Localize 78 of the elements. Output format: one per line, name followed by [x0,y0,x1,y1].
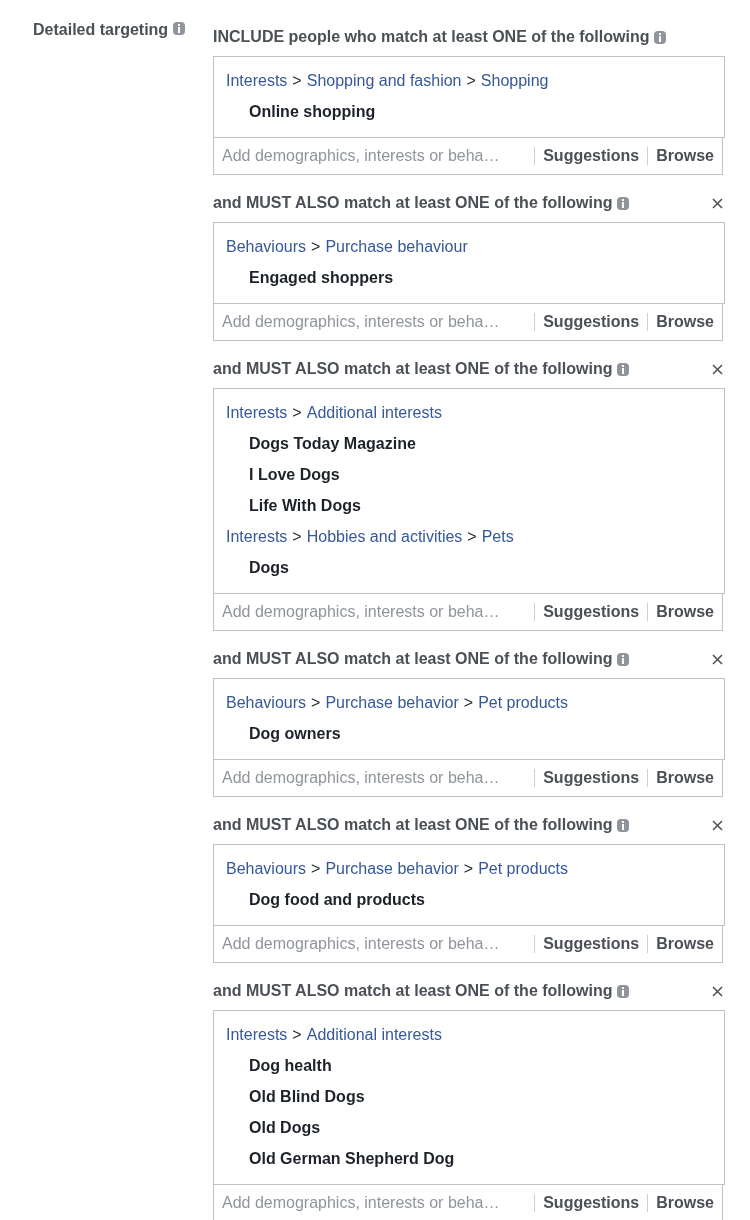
breadcrumb-link[interactable]: Purchase behavior [325,856,459,881]
browse-button[interactable]: Browse [648,932,722,956]
breadcrumb-separator: > [292,1024,302,1045]
selected-item: Old Blind Dogs [249,1086,365,1107]
selected-item: Dog food and products [249,889,425,910]
breadcrumb-link[interactable]: Shopping and fashion [306,68,462,93]
selected-item: I Love Dogs [249,464,340,485]
breadcrumb-separator: > [466,70,476,91]
suggestions-button[interactable]: Suggestions [535,310,648,334]
breadcrumb-link[interactable]: Hobbies and activities [306,524,463,549]
breadcrumb-separator: > [467,526,477,547]
search-field[interactable]: Add demographics, interests or beha… Suggestions Browse [213,138,723,175]
browse-button[interactable]: Browse [648,144,722,168]
group-heading: and MUST ALSO match at least ONE of the following [213,815,613,835]
selected-item: Old Dogs [249,1117,321,1138]
search-field[interactable]: Add demographics, interests or beha… Suggestions Browse [213,304,723,341]
group-heading: and MUST ALSO match at least ONE of the following [213,649,613,669]
info-icon[interactable] [654,30,667,44]
breadcrumb-link[interactable]: Pet products [478,856,568,881]
info-icon[interactable] [617,196,630,210]
breadcrumb-separator: > [311,858,321,879]
group-heading: and MUST ALSO match at least ONE of the following [213,981,613,1001]
info-icon[interactable] [617,362,630,376]
suggestions-button[interactable]: Suggestions [535,1191,648,1215]
close-icon[interactable] [712,653,723,665]
breadcrumb-link[interactable]: Shopping [480,68,549,93]
breadcrumb-link[interactable]: Additional interests [306,400,442,425]
breadcrumb-link[interactable]: Purchase behaviour [325,234,468,259]
suggestions-button[interactable]: Suggestions [535,766,648,790]
breadcrumb-link[interactable]: Behaviours [226,690,307,715]
close-icon[interactable] [712,819,723,831]
selected-item: Dogs Today Magazine [249,433,416,454]
info-icon[interactable] [617,984,630,998]
group-heading: INCLUDE people who match at least ONE of the following [213,27,650,47]
breadcrumb-link[interactable]: Interests [226,68,288,93]
breadcrumb-link[interactable]: Behaviours [226,856,307,881]
selected-item: Online shopping [249,101,376,122]
suggestions-button[interactable]: Suggestions [535,144,648,168]
breadcrumb-link[interactable]: Behaviours [226,234,307,259]
breadcrumb-separator: > [463,692,474,713]
selected-item: Engaged shoppers [249,267,394,288]
selected-item: Dogs [249,557,289,578]
selected-item: Dog owners [249,723,341,744]
breadcrumb-separator: > [463,858,474,879]
breadcrumb-link[interactable]: Interests [226,1022,288,1047]
browse-button[interactable]: Browse [648,600,722,624]
group-heading: and MUST ALSO match at least ONE of the following [213,193,613,213]
group-heading: and MUST ALSO match at least ONE of the following [213,359,613,379]
browse-button[interactable]: Browse [648,766,722,790]
selected-item: Life With Dogs [249,495,361,516]
browse-button[interactable]: Browse [648,310,722,334]
breadcrumb-link[interactable]: Pets [481,524,514,549]
close-icon[interactable] [712,985,723,997]
suggestions-button[interactable]: Suggestions [535,932,648,956]
close-icon[interactable] [712,363,723,375]
breadcrumb-separator: > [311,236,321,257]
suggestions-button[interactable]: Suggestions [535,600,648,624]
breadcrumb-link[interactable]: Interests [226,400,288,425]
search-field[interactable]: Add demographics, interests or beha… Suggestions Browse [213,926,723,963]
breadcrumb-link[interactable]: Pet products [478,690,568,715]
info-icon[interactable] [617,652,630,666]
selected-item: Old German Shepherd Dog [249,1148,455,1169]
search-field[interactable]: Add demographics, interests or beha… Suggestions Browse [213,594,723,631]
breadcrumb-link[interactable]: Purchase behavior [325,690,459,715]
info-icon[interactable] [173,22,186,35]
breadcrumb-separator: > [292,70,302,91]
search-field[interactable]: Add demographics, interests or beha… Suggestions Browse [213,1185,723,1220]
close-icon[interactable] [712,197,723,209]
breadcrumb-separator: > [292,402,302,423]
breadcrumb-link[interactable]: Additional interests [306,1022,442,1047]
search-field[interactable]: Add demographics, interests or beha… Suggestions Browse [213,760,723,797]
breadcrumb-separator: > [292,526,302,547]
breadcrumb-link[interactable]: Interests [226,524,288,549]
breadcrumb-separator: > [311,692,321,713]
browse-button[interactable]: Browse [648,1191,722,1215]
field-label: Detailed targeting [33,20,169,40]
info-icon[interactable] [617,818,630,832]
selected-item: Dog health [249,1055,332,1076]
